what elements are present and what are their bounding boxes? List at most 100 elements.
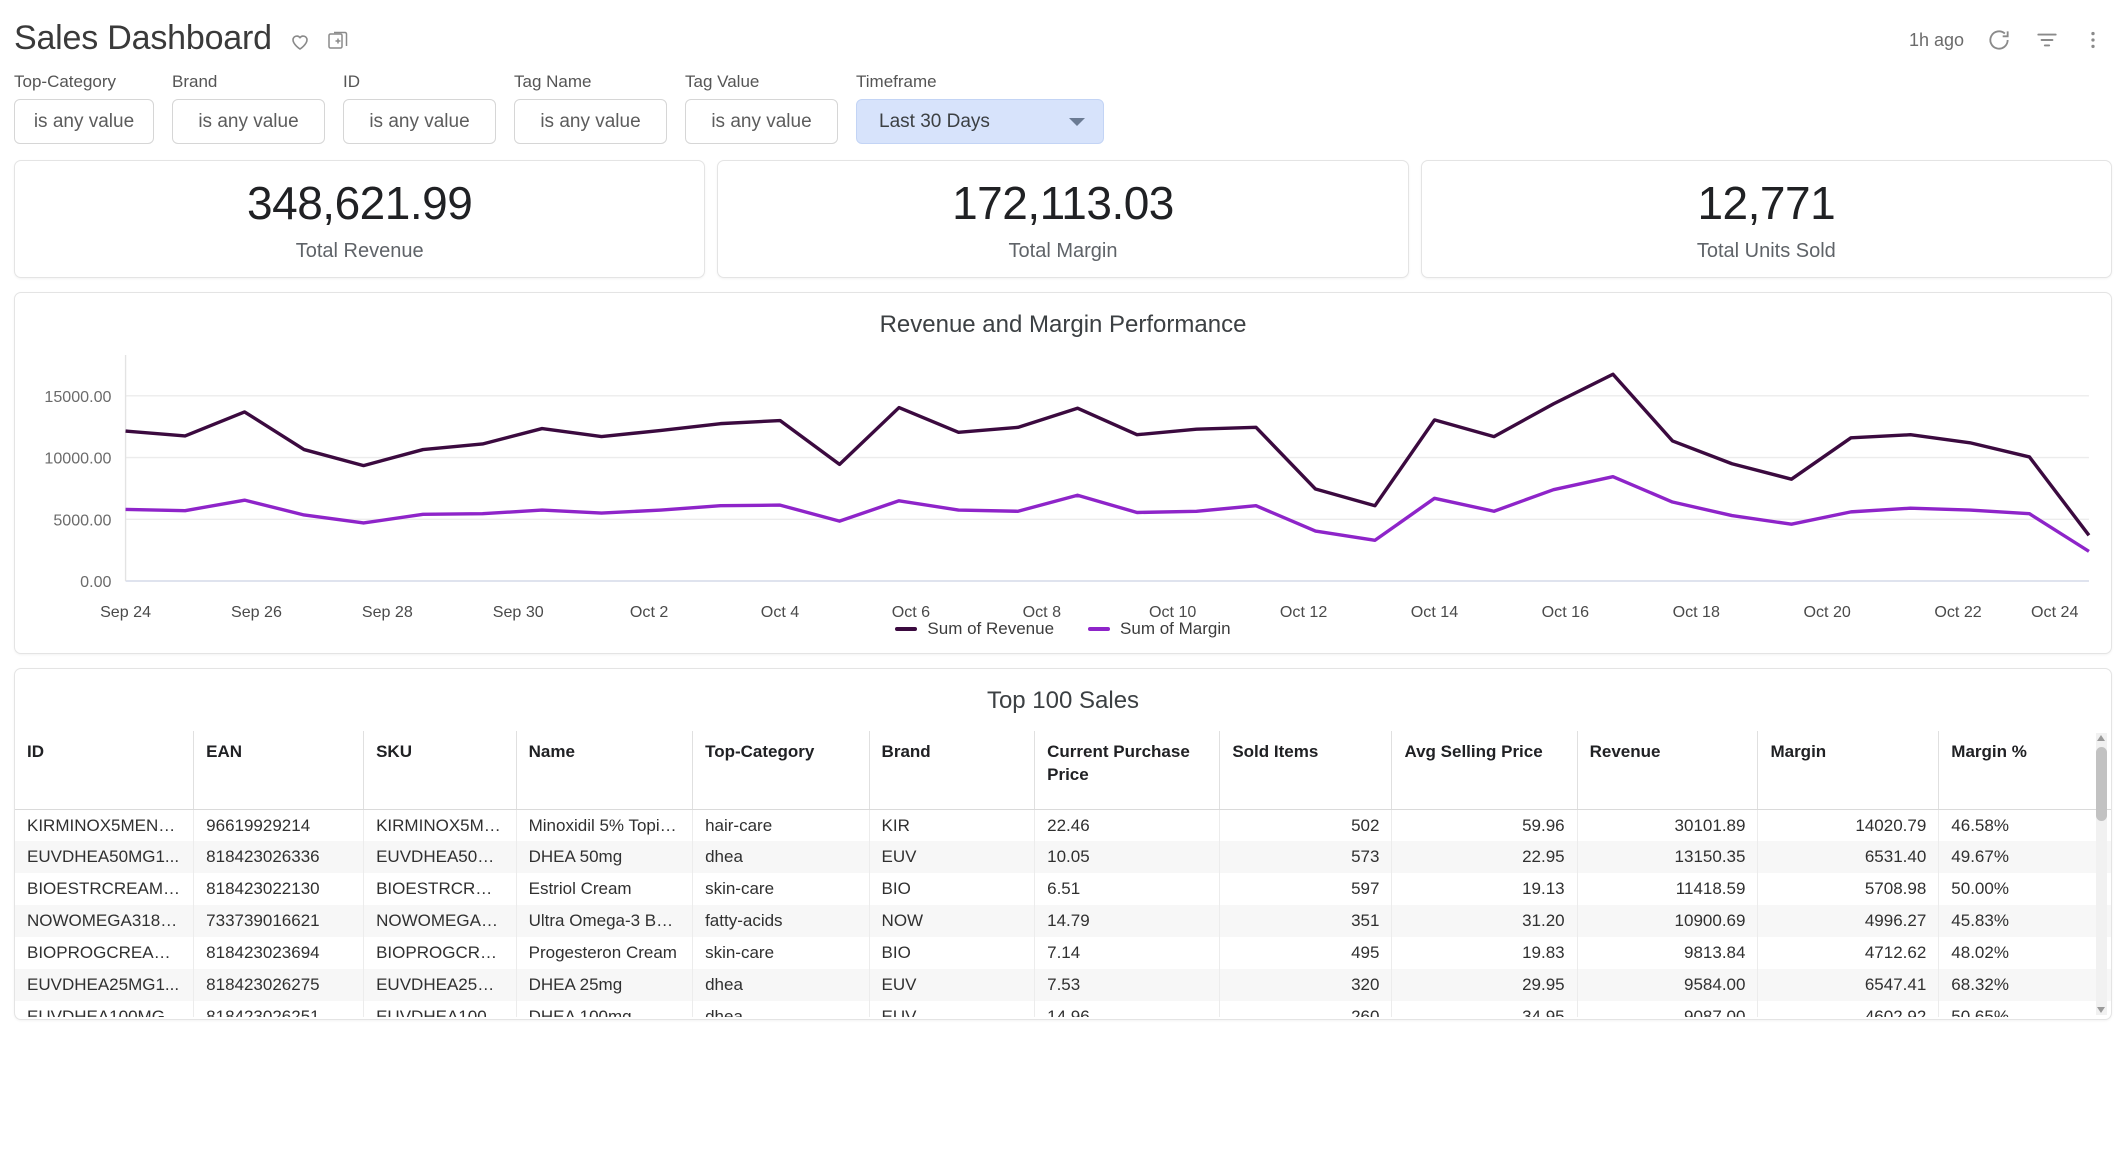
table-cell-ean: 818423026251 [193, 1001, 365, 1017]
page-title: Sales Dashboard [14, 18, 272, 57]
revenue-margin-chart-panel: Revenue and Margin Performance 0.00 5000.… [14, 292, 2112, 654]
heart-icon[interactable] [288, 29, 312, 53]
filter-value-top-category[interactable]: is any value [14, 99, 154, 144]
table-cell-margin: 4996.27 [1757, 905, 1940, 938]
table-cell-sold-items: 573 [1219, 841, 1393, 874]
table-cell-name: Minoxidil 5% Topical f... [516, 809, 694, 842]
table-cell-revenue: 9813.84 [1577, 937, 1759, 970]
timeframe-selected-value: Last 30 Days [879, 110, 990, 132]
svg-text:Oct 2: Oct 2 [630, 603, 669, 621]
table-cell-name: DHEA 50mg [516, 841, 694, 874]
kpi-card-total-margin[interactable]: 172,113.03 Total Margin [717, 160, 1409, 278]
filter-tag-name: Tag Name is any value [514, 72, 667, 144]
table-row[interactable]: NOWOMEGA3180... 733739016621 NOWOMEGA3... U… [15, 905, 2111, 938]
table-cell-ean: 818423022130 [193, 873, 365, 906]
table-cell-id: NOWOMEGA3180... [15, 905, 195, 938]
table-row[interactable]: KIRMINOX5MEN6... 96619929214 KIRMINOX5ME..… [15, 809, 2111, 842]
more-vertical-icon[interactable] [2082, 27, 2104, 53]
table-cell-purchase-price: 6.51 [1034, 873, 1221, 906]
table-cell-purchase-price: 7.53 [1034, 969, 1221, 1002]
table-column-header[interactable]: Margin % [1938, 731, 2111, 810]
table-column-header[interactable]: EAN [193, 731, 365, 810]
table-cell-avg-selling-price: 34.95 [1391, 1001, 1578, 1017]
table-cell-sku: EUVDHEA25M... [363, 969, 517, 1002]
table-cell-revenue: 9584.00 [1577, 969, 1759, 1002]
table-row[interactable]: EUVDHEA25MG1... 818423026275 EUVDHEA25M...… [15, 969, 2111, 1002]
table-cell-sold-items: 502 [1219, 809, 1393, 842]
kpi-card-total-revenue[interactable]: 348,621.99 Total Revenue [14, 160, 706, 278]
table-cell-avg-selling-price: 19.83 [1391, 937, 1578, 970]
filter-label: ID [343, 72, 360, 91]
table-column-header[interactable]: SKU [363, 731, 517, 810]
filter-icon[interactable] [2034, 27, 2060, 53]
table-cell-name: Estriol Cream [516, 873, 694, 906]
svg-text:Sep 24: Sep 24 [100, 603, 151, 621]
table-row[interactable]: BIOESTRCREAM6... 818423022130 BIOESTRCREA.… [15, 873, 2111, 906]
filter-value-id[interactable]: is any value [343, 99, 496, 144]
table-cell-sold-items: 320 [1219, 969, 1393, 1002]
table-column-header[interactable]: Name [516, 731, 694, 810]
table-cell-avg-selling-price: 29.95 [1391, 969, 1578, 1002]
kpi-label: Total Revenue [295, 239, 424, 262]
refresh-icon[interactable] [1986, 27, 2012, 53]
table-scroll-container[interactable]: ID EAN SKU Name Top-Category Brand Current Pur… [15, 731, 2111, 1017]
table-cell-margin: 4602.92 [1757, 1001, 1940, 1017]
chart-area[interactable]: 0.00 5000.00 10000.00 15000.00 Sep 24 Sep 26… [27, 353, 2099, 621]
filter-value-tag-name[interactable]: is any value [514, 99, 667, 144]
kpi-label: Total Units Sold [1696, 239, 1836, 262]
table-cell-id: KIRMINOX5MEN6... [15, 809, 195, 842]
kpi-card-total-units-sold[interactable]: 12,771 Total Units Sold [1420, 160, 2112, 278]
table-column-header[interactable]: Top-Category [692, 731, 870, 810]
table-cell-margin: 14020.79 [1757, 809, 1940, 842]
filter-value-timeframe[interactable]: Last 30 Days [856, 99, 1104, 144]
filter-label: Tag Value [685, 72, 760, 91]
table-cell-purchase-price: 14.96 [1034, 1001, 1221, 1017]
table-title: Top 100 Sales [986, 687, 1140, 714]
table-row[interactable]: EUVDHEA100MG... 818423026251 EUVDHEA100...… [15, 1001, 2111, 1017]
table-cell-margin-pct: 48.02% [1951, 943, 2009, 963]
table-cell-revenue: 13150.35 [1577, 841, 1759, 874]
svg-text:Oct 16: Oct 16 [1542, 603, 1589, 621]
filter-brand: Brand is any value [172, 72, 325, 144]
table-cell-margin: 5708.98 [1757, 873, 1940, 906]
table-cell-id: BIOPROGCREAM5... [15, 937, 195, 970]
table-column-header[interactable]: Avg Selling Price [1391, 731, 1578, 810]
chart-gridlines [124, 355, 2089, 582]
table-column-header[interactable]: ID [15, 731, 195, 810]
table-column-header[interactable]: Brand [869, 731, 1036, 810]
table-cell-name: DHEA 100mg [516, 1001, 694, 1017]
svg-text:10000.00: 10000.00 [44, 450, 111, 468]
table-row[interactable]: EUVDHEA50MG1... 818423026336 EUVDHEA50M...… [15, 841, 2111, 874]
legend-swatch [895, 627, 918, 631]
filter-value-brand[interactable]: is any value [172, 99, 325, 144]
svg-text:Oct 22: Oct 22 [1934, 603, 1981, 621]
add-to-board-icon[interactable] [326, 29, 350, 53]
table-cell-name: Ultra Omega-3 Bovine... [516, 905, 694, 938]
table-column-header[interactable]: Current Purchase Price [1034, 731, 1221, 810]
svg-text:Oct 24: Oct 24 [2031, 603, 2078, 621]
kpi-value: 12,771 [1697, 176, 1836, 229]
table-cell-revenue: 30101.89 [1577, 809, 1759, 842]
filter-id: ID is any value [343, 72, 496, 144]
table-row[interactable]: BIOPROGCREAM5... 818423023694 BIOPROGCREA.… [15, 937, 2111, 970]
filter-value-tag-value[interactable]: is any value [685, 99, 838, 144]
table-cell-avg-selling-price: 19.13 [1391, 873, 1578, 906]
table-cell-margin: 6547.41 [1757, 969, 1940, 1002]
table-cell-margin-pct: 50.00% [1951, 879, 2009, 899]
table-cell-margin-pct: 46.58% [1951, 815, 2009, 835]
table-cell-margin-pct: 68.32% [1951, 975, 2009, 995]
table-cell-ean: 96619929214 [193, 809, 365, 842]
table-cell-sold-items: 495 [1219, 937, 1393, 970]
table-column-header[interactable]: Revenue [1577, 731, 1759, 810]
scroll-down-arrow-icon[interactable] [2097, 1007, 2105, 1013]
kpi-value: 348,621.99 [247, 176, 473, 229]
dashboard-page: Sales Dashboard 1h ago Top-Category is a… [0, 0, 2126, 1162]
table-cell-brand: NOW [869, 905, 1036, 938]
series-line-sum-of-revenue [125, 372, 2091, 537]
scroll-up-arrow-icon[interactable] [2097, 735, 2105, 741]
table-column-header[interactable]: Sold Items [1219, 731, 1393, 810]
table-vertical-scrollbar[interactable] [2096, 733, 2107, 1015]
table-column-header[interactable]: Margin [1757, 731, 1940, 810]
svg-text:Oct 6: Oct 6 [892, 603, 931, 621]
scrollbar-thumb[interactable] [2096, 747, 2107, 821]
